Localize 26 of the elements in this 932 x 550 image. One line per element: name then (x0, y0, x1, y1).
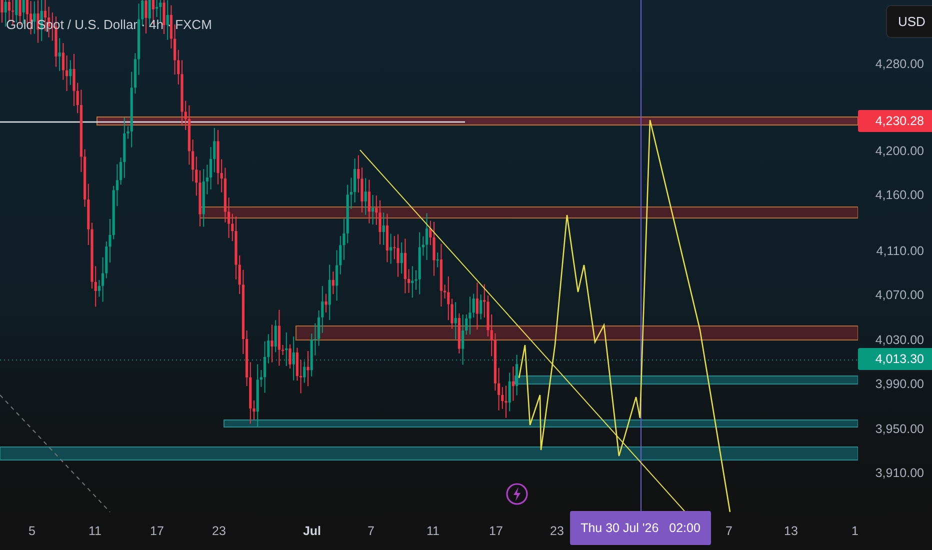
price-badge: 4,230.28 (858, 110, 932, 132)
time-label: 11 (88, 524, 102, 538)
price-label: 3,950.00 (875, 422, 924, 436)
price-label: 4,160.00 (875, 188, 924, 202)
time-label: 11 (426, 524, 440, 538)
time-label: 5 (28, 524, 36, 538)
time-label: 1 (852, 524, 858, 538)
time-label: 7 (726, 524, 732, 538)
price-label: 3,910.00 (875, 466, 924, 480)
time-label: 7 (368, 524, 374, 538)
price-label: 4,280.00 (875, 57, 924, 71)
price-label: 4,110.00 (876, 244, 924, 258)
time-label: 13 (784, 524, 798, 538)
time-label: 23 (550, 524, 564, 538)
price-label: 4,200.00 (875, 144, 924, 158)
time-label: 23 (212, 524, 226, 538)
lightning-icon[interactable] (506, 483, 528, 505)
currency-button[interactable]: USD (886, 5, 932, 38)
time-label: 17 (150, 524, 164, 538)
time-label: Jul (302, 524, 322, 538)
price-label: 3,990.00 (875, 377, 924, 391)
price-badge: 4,013.30 (858, 348, 932, 370)
price-label: 4,070.00 (875, 288, 924, 302)
time-label: 17 (489, 524, 503, 538)
price-label: 4,030.00 (875, 333, 924, 347)
crosshair-date-label: Thu 30 Jul '26 02:00 (570, 511, 711, 545)
